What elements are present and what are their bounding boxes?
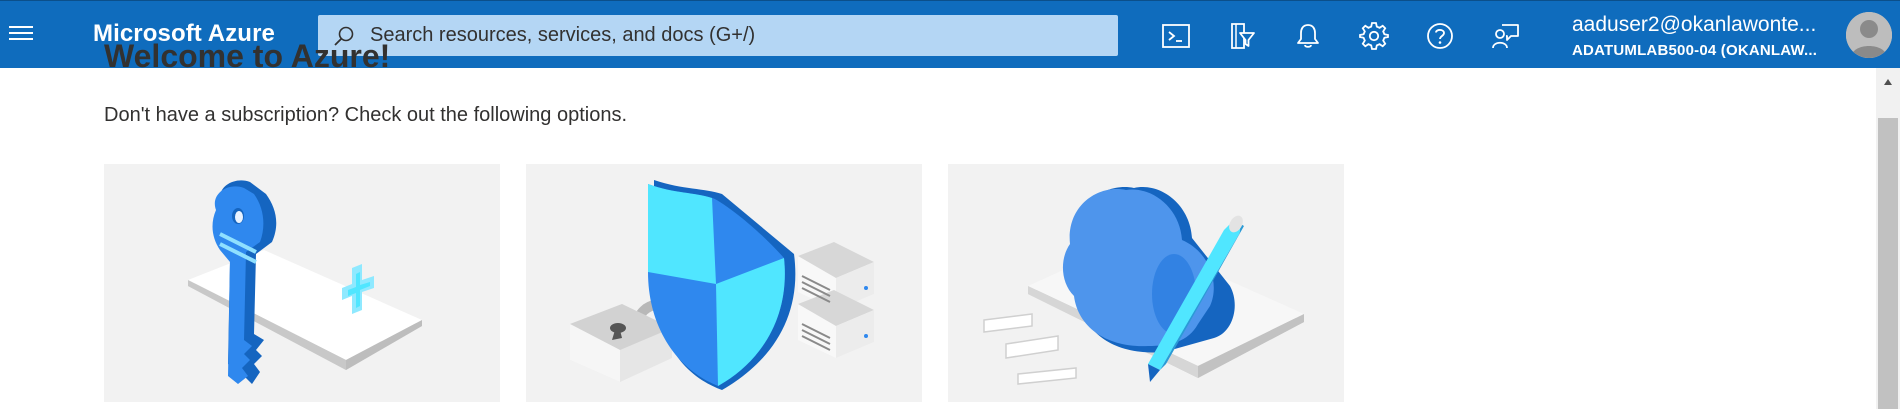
notifications-icon [1297, 24, 1319, 48]
user-avatar-icon [1846, 12, 1892, 58]
global-search-box[interactable] [318, 15, 1118, 56]
account-menu[interactable]: aaduser2@okanlawonte... ADATUMLAB500-04 … [1572, 13, 1822, 59]
feedback-icon [1492, 24, 1519, 49]
security-card[interactable] [526, 164, 922, 402]
help-icon [1427, 23, 1453, 49]
scrollbar-thumb[interactable] [1878, 118, 1898, 409]
avatar[interactable] [1846, 12, 1892, 58]
scroll-up-button[interactable] [1876, 72, 1900, 92]
portal-menu-button[interactable] [7, 19, 35, 47]
notifications-button[interactable] [1291, 19, 1325, 53]
top-border [0, 0, 1900, 1]
search-input[interactable] [368, 23, 1112, 48]
page-subtitle: Don't have a subscription? Check out the… [104, 104, 628, 126]
directory-filter-icon [1231, 23, 1255, 49]
user-tenant: ADATUMLAB500-04 (OKANLAW... [1572, 42, 1818, 59]
page-title: Welcome to Azure! [104, 38, 391, 74]
user-email: aaduser2@okanlawonte... [1572, 13, 1817, 36]
learn-card[interactable] [948, 164, 1344, 402]
settings-button[interactable] [1357, 19, 1391, 53]
feedback-button[interactable] [1489, 19, 1523, 53]
security-illustration [570, 180, 874, 390]
directory-filter-button[interactable] [1225, 19, 1259, 53]
cloud-shell-icon [1162, 24, 1190, 48]
free-trial-card[interactable] [104, 164, 500, 402]
help-button[interactable] [1423, 19, 1457, 53]
cloud-illustration [983, 187, 1304, 385]
gear-icon [1359, 22, 1389, 50]
caret-up-icon [1884, 79, 1892, 85]
cloud-shell-button[interactable] [1159, 19, 1193, 53]
key-illustration [188, 180, 422, 384]
hamburger-icon [9, 26, 33, 40]
